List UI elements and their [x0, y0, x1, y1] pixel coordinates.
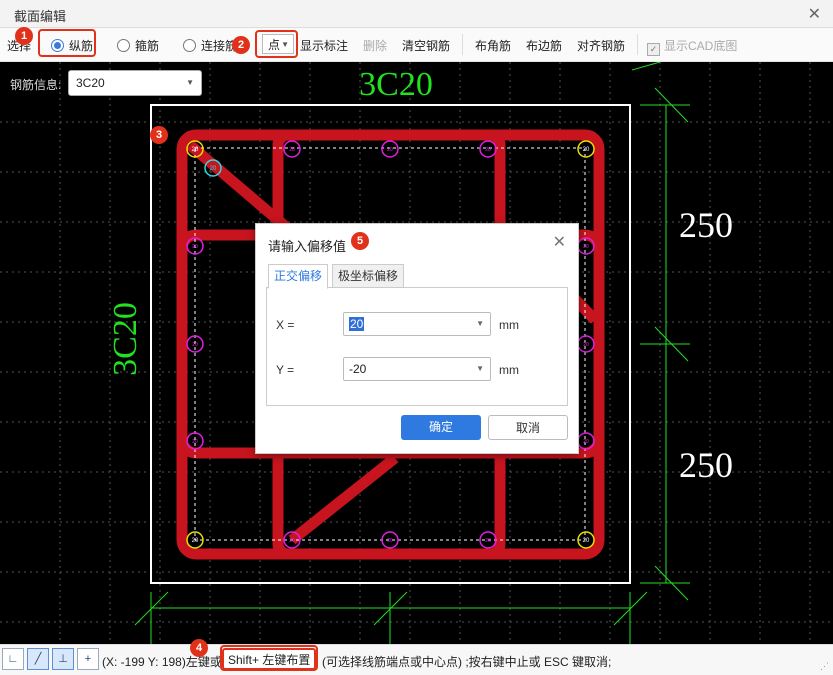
step-badge-5: 5 [351, 232, 369, 250]
offset-dialog: 请输入偏移值 ✕ 正交偏移 极坐标偏移 X = 20 ▼ mm Y = -20 ▼ … [255, 223, 579, 454]
step-badge-2: 2 [232, 36, 250, 54]
edge-bar-mark: 20 [192, 342, 198, 348]
close-icon[interactable]: ✕ [808, 4, 821, 24]
offset-panel: X = 20 ▼ mm Y = -20 ▼ mm [266, 287, 568, 406]
chevron-down-icon: ▼ [476, 319, 484, 328]
edge-bar-mark: 20 [485, 538, 491, 544]
highlight-key-hint [220, 645, 318, 671]
rebar-info-select[interactable]: 3C20 ▼ [68, 70, 202, 96]
status-bar: ∟ ╱ ⊥ + (X: -199 Y: 198)左键或 Shift+ 左键布置 … [0, 644, 833, 675]
chevron-down-icon: ▼ [186, 78, 194, 87]
edge-bar-mark: 20 [192, 244, 198, 250]
dialog-title: 请输入偏移值 [268, 239, 347, 254]
toolbar-divider [462, 34, 463, 55]
clear-rebar-button[interactable]: 清空钢筋 [402, 37, 450, 54]
edge-bar-mark: 20 [192, 439, 198, 445]
status-hint: (可选择线筋端点或中心点) ;按右键中止或 ESC 键取消; [322, 655, 612, 669]
title-bar: 截面编辑 ✕ [0, 0, 833, 28]
toolbar-divider [637, 34, 638, 55]
x-unit: mm [499, 318, 519, 332]
highlight-point-mode [255, 30, 298, 58]
corner-bar-mark: 20 [192, 538, 199, 544]
rebar-info-label: 钢筋信息: [10, 78, 62, 92]
y-unit: mm [499, 363, 519, 377]
line-snap-icon[interactable]: ╱ [27, 648, 49, 670]
edge-bar-mark: 20 [289, 147, 295, 153]
edge-bar-mark: 20 [583, 342, 589, 348]
close-icon[interactable]: ✕ [553, 232, 566, 252]
tab-polar-offset[interactable]: 极坐标偏移 [332, 264, 405, 289]
edge-bar-mark: 20 [289, 538, 295, 544]
ok-button[interactable]: 确定 [401, 415, 481, 440]
corner-bar-mark: 20 [583, 147, 590, 153]
y-label: Y = [276, 363, 295, 377]
corner-bar-mark: 20 [583, 538, 590, 544]
left-rebar-label: 3C20 [107, 302, 144, 376]
radio-stirrup[interactable]: 箍筋 [117, 37, 159, 54]
resize-grip-icon[interactable]: ⋰ [820, 661, 829, 672]
delete-button[interactable]: 删除 [363, 37, 387, 54]
edge-rebar-button[interactable]: 布边筋 [526, 37, 562, 54]
toolbar: 选择 纵筋 箍筋 连接筋 点 ▼ 显示标注 删除 清空钢筋 布角筋 布边筋 对齐钢… [0, 28, 833, 62]
highlight-longitudinal [38, 29, 96, 57]
step-badge-1: 1 [15, 27, 33, 45]
show-cad-bg-checkbox[interactable]: ✓ 显示CAD底图 [647, 37, 737, 56]
chevron-down-icon: ▼ [476, 364, 484, 373]
ortho-snap-icon[interactable]: ∟ [2, 648, 24, 670]
edge-bar-mark: 20 [583, 439, 589, 445]
step-badge-3: 3 [150, 126, 168, 144]
align-rebar-button[interactable]: 对齐钢筋 [577, 37, 625, 54]
x-offset-input[interactable]: 20 ▼ [343, 312, 491, 336]
radio-unchecked-icon [117, 39, 130, 52]
radio-unchecked-icon [183, 39, 196, 52]
edge-bar-mark: 20 [485, 147, 491, 153]
radio-tie[interactable]: 连接筋 [183, 37, 237, 54]
step-badge-4: 4 [190, 639, 208, 657]
cursor-bar-mark: 20 [210, 166, 217, 172]
checkmark-icon: ✓ [647, 43, 660, 56]
corner-rebar-button[interactable]: 布角筋 [475, 37, 511, 54]
cancel-button[interactable]: 取消 [488, 415, 568, 440]
corner-bar-mark: 20 [192, 147, 199, 153]
y-offset-input[interactable]: -20 ▼ [343, 357, 491, 381]
top-rebar-label: 3C20 [359, 66, 433, 103]
show-annotation-button[interactable]: 显示标注 [300, 37, 348, 54]
edge-bar-mark: 20 [387, 147, 393, 153]
x-label: X = [276, 318, 295, 332]
window-title: 截面编辑 [14, 9, 67, 24]
perpendicular-snap-icon[interactable]: ⊥ [52, 648, 74, 670]
dimension-lower: 250 [679, 445, 733, 485]
offset-snap-icon[interactable]: + [77, 648, 99, 670]
dimension-upper: 250 [679, 205, 733, 245]
edge-bar-mark: 20 [583, 244, 589, 250]
tab-ortho-offset[interactable]: 正交偏移 [268, 264, 329, 289]
edge-bar-mark: 20 [387, 538, 393, 544]
